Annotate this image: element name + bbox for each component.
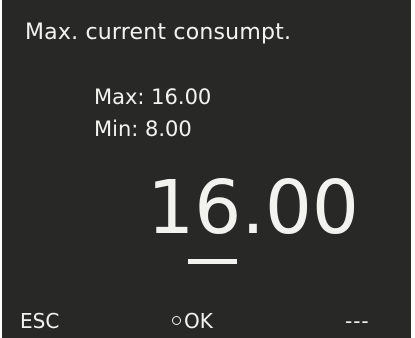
value-digit-active[interactable]: 6 — [194, 165, 241, 251]
decimal-point: . — [241, 165, 265, 251]
min-limit-label: Min: 8.00 — [94, 117, 192, 141]
value-digit[interactable]: 0 — [265, 165, 312, 251]
ok-softkey-label: OK — [184, 309, 213, 333]
right-softkey[interactable]: --- — [345, 309, 370, 333]
value-digit[interactable]: 1 — [147, 165, 194, 251]
current-value-editor[interactable]: 16.00 — [147, 165, 359, 275]
ok-bullet-icon — [172, 316, 181, 325]
max-limit-label: Max: 16.00 — [94, 85, 212, 109]
device-screen: Max. current consumpt. Max: 16.00 Min: 8… — [0, 0, 415, 338]
ok-softkey[interactable]: OK — [172, 309, 213, 333]
esc-softkey[interactable]: ESC — [20, 309, 59, 333]
screen-title: Max. current consumpt. — [25, 20, 292, 45]
edit-cursor — [188, 259, 237, 264]
value-digit[interactable]: 0 — [312, 165, 359, 251]
lcd-display: Max. current consumpt. Max: 16.00 Min: 8… — [2, 0, 411, 338]
